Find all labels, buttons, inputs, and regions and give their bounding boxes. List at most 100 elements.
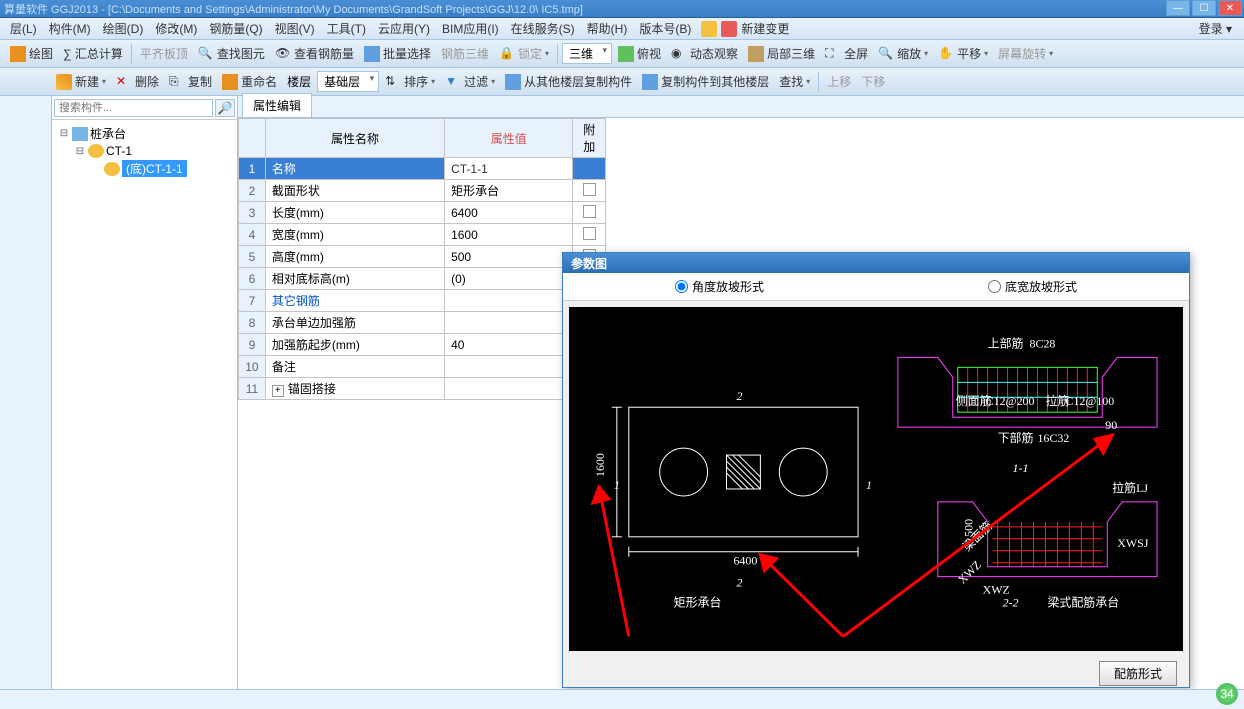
find-button[interactable]: 查找▾ — [775, 71, 814, 92]
radio-angle[interactable]: 角度放坡形式 — [675, 278, 764, 295]
expand-icon[interactable]: + — [272, 385, 284, 397]
tree-root[interactable]: ⊟桩承台 — [54, 124, 235, 143]
prop-value[interactable]: 40 — [445, 334, 573, 356]
prop-attach[interactable] — [573, 180, 606, 202]
view-3d-select[interactable]: 三维 — [562, 43, 612, 64]
menu-help[interactable]: 帮助(H) — [581, 18, 634, 39]
prop-attach[interactable] — [573, 202, 606, 224]
notification-badge[interactable]: 34 — [1216, 683, 1238, 705]
prop-name: 加强筋起步(mm) — [265, 334, 444, 356]
prop-value[interactable]: 1600 — [445, 224, 573, 246]
top-view-button[interactable]: 俯视 — [614, 43, 665, 64]
search-go-button[interactable]: 🔎 — [215, 99, 235, 117]
rename-icon — [222, 74, 238, 90]
property-row[interactable]: 3长度(mm)6400 — [239, 202, 606, 224]
flat-top-button[interactable]: 平齐板顶 — [136, 43, 192, 64]
row-number: 3 — [239, 202, 266, 224]
screen-rotate-button[interactable]: 屏幕旋转▾ — [994, 43, 1057, 64]
prop-value[interactable] — [445, 312, 573, 334]
orbit-icon: ◉ — [671, 46, 687, 62]
property-row[interactable]: 4宽度(mm)1600 — [239, 224, 606, 246]
search-input[interactable] — [54, 99, 213, 117]
menu-rebar[interactable]: 钢筋量(Q) — [203, 18, 268, 39]
delete-button[interactable]: ✕删除 — [112, 71, 163, 92]
floor-select[interactable]: 基础层 — [317, 71, 379, 92]
tab-property[interactable]: 属性编辑 — [242, 93, 312, 117]
radio-row: 角度放坡形式 底宽放坡形式 — [563, 273, 1189, 301]
minimize-button[interactable]: — — [1166, 0, 1190, 16]
orbit-button[interactable]: ◉动态观察 — [667, 43, 742, 64]
find-element-button[interactable]: 🔍查找图元 — [194, 43, 269, 64]
prop-value[interactable]: 矩形承台 — [445, 180, 573, 202]
rebar-form-button[interactable]: 配筋形式 — [1099, 661, 1177, 686]
move-down-button[interactable]: 下移 — [857, 71, 889, 92]
pan-button[interactable]: ✋平移▾ — [934, 43, 992, 64]
copy-from-floor-button[interactable]: 从其他楼层复制构件 — [501, 71, 636, 92]
menu-draw[interactable]: 绘图(D) — [97, 18, 150, 39]
property-row[interactable]: 9加强筋起步(mm)40 — [239, 334, 606, 356]
property-row[interactable]: 11+锚固搭接 — [239, 378, 606, 400]
tree-ct1-1[interactable]: (底)CT-1-1 — [54, 159, 235, 178]
delete-icon: ✕ — [116, 74, 132, 90]
prop-attach[interactable] — [573, 224, 606, 246]
menu-tools[interactable]: 工具(T) — [321, 18, 372, 39]
login-button[interactable]: 登录 ▾ — [1199, 20, 1232, 37]
prop-value[interactable]: 500 — [445, 246, 573, 268]
col-value: 属性值 — [445, 119, 573, 158]
prop-value[interactable]: (0) — [445, 268, 573, 290]
property-row[interactable]: 10备注 — [239, 356, 606, 378]
close-button[interactable]: ✕ — [1218, 0, 1242, 16]
prop-attach[interactable] — [573, 158, 606, 180]
menu-view[interactable]: 视图(V) — [269, 18, 321, 39]
summary-button[interactable]: ∑ 汇总计算 — [59, 43, 127, 64]
rename-button[interactable]: 重命名 — [218, 71, 281, 92]
svg-text:6400: 6400 — [733, 554, 757, 568]
view-rebar-button[interactable]: 👁查看钢筋量 — [271, 43, 358, 64]
checkbox[interactable] — [583, 183, 596, 196]
filter-button[interactable]: ▼过滤▾ — [441, 71, 499, 92]
row-number: 9 — [239, 334, 266, 356]
export-icon — [642, 74, 658, 90]
batch-select-button[interactable]: 批量选择 — [360, 43, 435, 64]
prop-value[interactable]: CT-1-1 — [445, 158, 573, 180]
fullscreen-button[interactable]: ⛶全屏 — [821, 43, 872, 64]
prop-name: +锚固搭接 — [265, 378, 444, 400]
menu-component[interactable]: 构件(M) — [43, 18, 97, 39]
lock-button[interactable]: 🔒锁定▾ — [495, 43, 553, 64]
svg-text:C12@200: C12@200 — [986, 394, 1035, 408]
menu-modify[interactable]: 修改(M) — [149, 18, 203, 39]
prop-value[interactable] — [445, 356, 573, 378]
new-change-icon[interactable] — [721, 21, 737, 37]
menu-cloud[interactable]: 云应用(Y) — [372, 18, 436, 39]
property-row[interactable]: 7其它钢筋 — [239, 290, 606, 312]
maximize-button[interactable]: ☐ — [1192, 0, 1216, 16]
local-3d-button[interactable]: 局部三维 — [744, 43, 819, 64]
svg-text:C12@100: C12@100 — [1065, 394, 1114, 408]
copy-button[interactable]: ⎘复制 — [165, 71, 216, 92]
tree-ct1[interactable]: ⊟CT-1 — [54, 143, 235, 159]
zoom-button[interactable]: 🔍缩放▾ — [874, 43, 932, 64]
menu-bim[interactable]: BIM应用(I) — [436, 18, 505, 39]
property-row[interactable]: 1名称CT-1-1 — [239, 158, 606, 180]
checkbox[interactable] — [583, 205, 596, 218]
copy-to-floor-button[interactable]: 复制构件到其他楼层 — [638, 71, 773, 92]
new-change-label[interactable]: 新建变更 — [741, 20, 789, 37]
menu-online[interactable]: 在线服务(S) — [505, 18, 581, 39]
prop-value[interactable] — [445, 290, 573, 312]
property-row[interactable]: 6相对底标高(m)(0) — [239, 268, 606, 290]
property-row[interactable]: 2截面形状矩形承台 — [239, 180, 606, 202]
prop-value[interactable] — [445, 378, 573, 400]
property-row[interactable]: 5高度(mm)500 — [239, 246, 606, 268]
star-icon[interactable] — [701, 21, 717, 37]
draw-button[interactable]: 绘图 — [6, 43, 57, 64]
move-up-button[interactable]: 上移 — [823, 71, 855, 92]
checkbox[interactable] — [583, 227, 596, 240]
new-button[interactable]: 新建▾ — [52, 71, 110, 92]
radio-width[interactable]: 底宽放坡形式 — [988, 278, 1077, 295]
rebar-3d-button[interactable]: 钢筋三维 — [437, 43, 493, 64]
menu-version[interactable]: 版本号(B) — [633, 18, 697, 39]
menu-floor[interactable]: 层(L) — [4, 18, 43, 39]
property-row[interactable]: 8承台单边加强筋 — [239, 312, 606, 334]
sort-button[interactable]: ⇅排序▾ — [381, 71, 439, 92]
prop-value[interactable]: 6400 — [445, 202, 573, 224]
